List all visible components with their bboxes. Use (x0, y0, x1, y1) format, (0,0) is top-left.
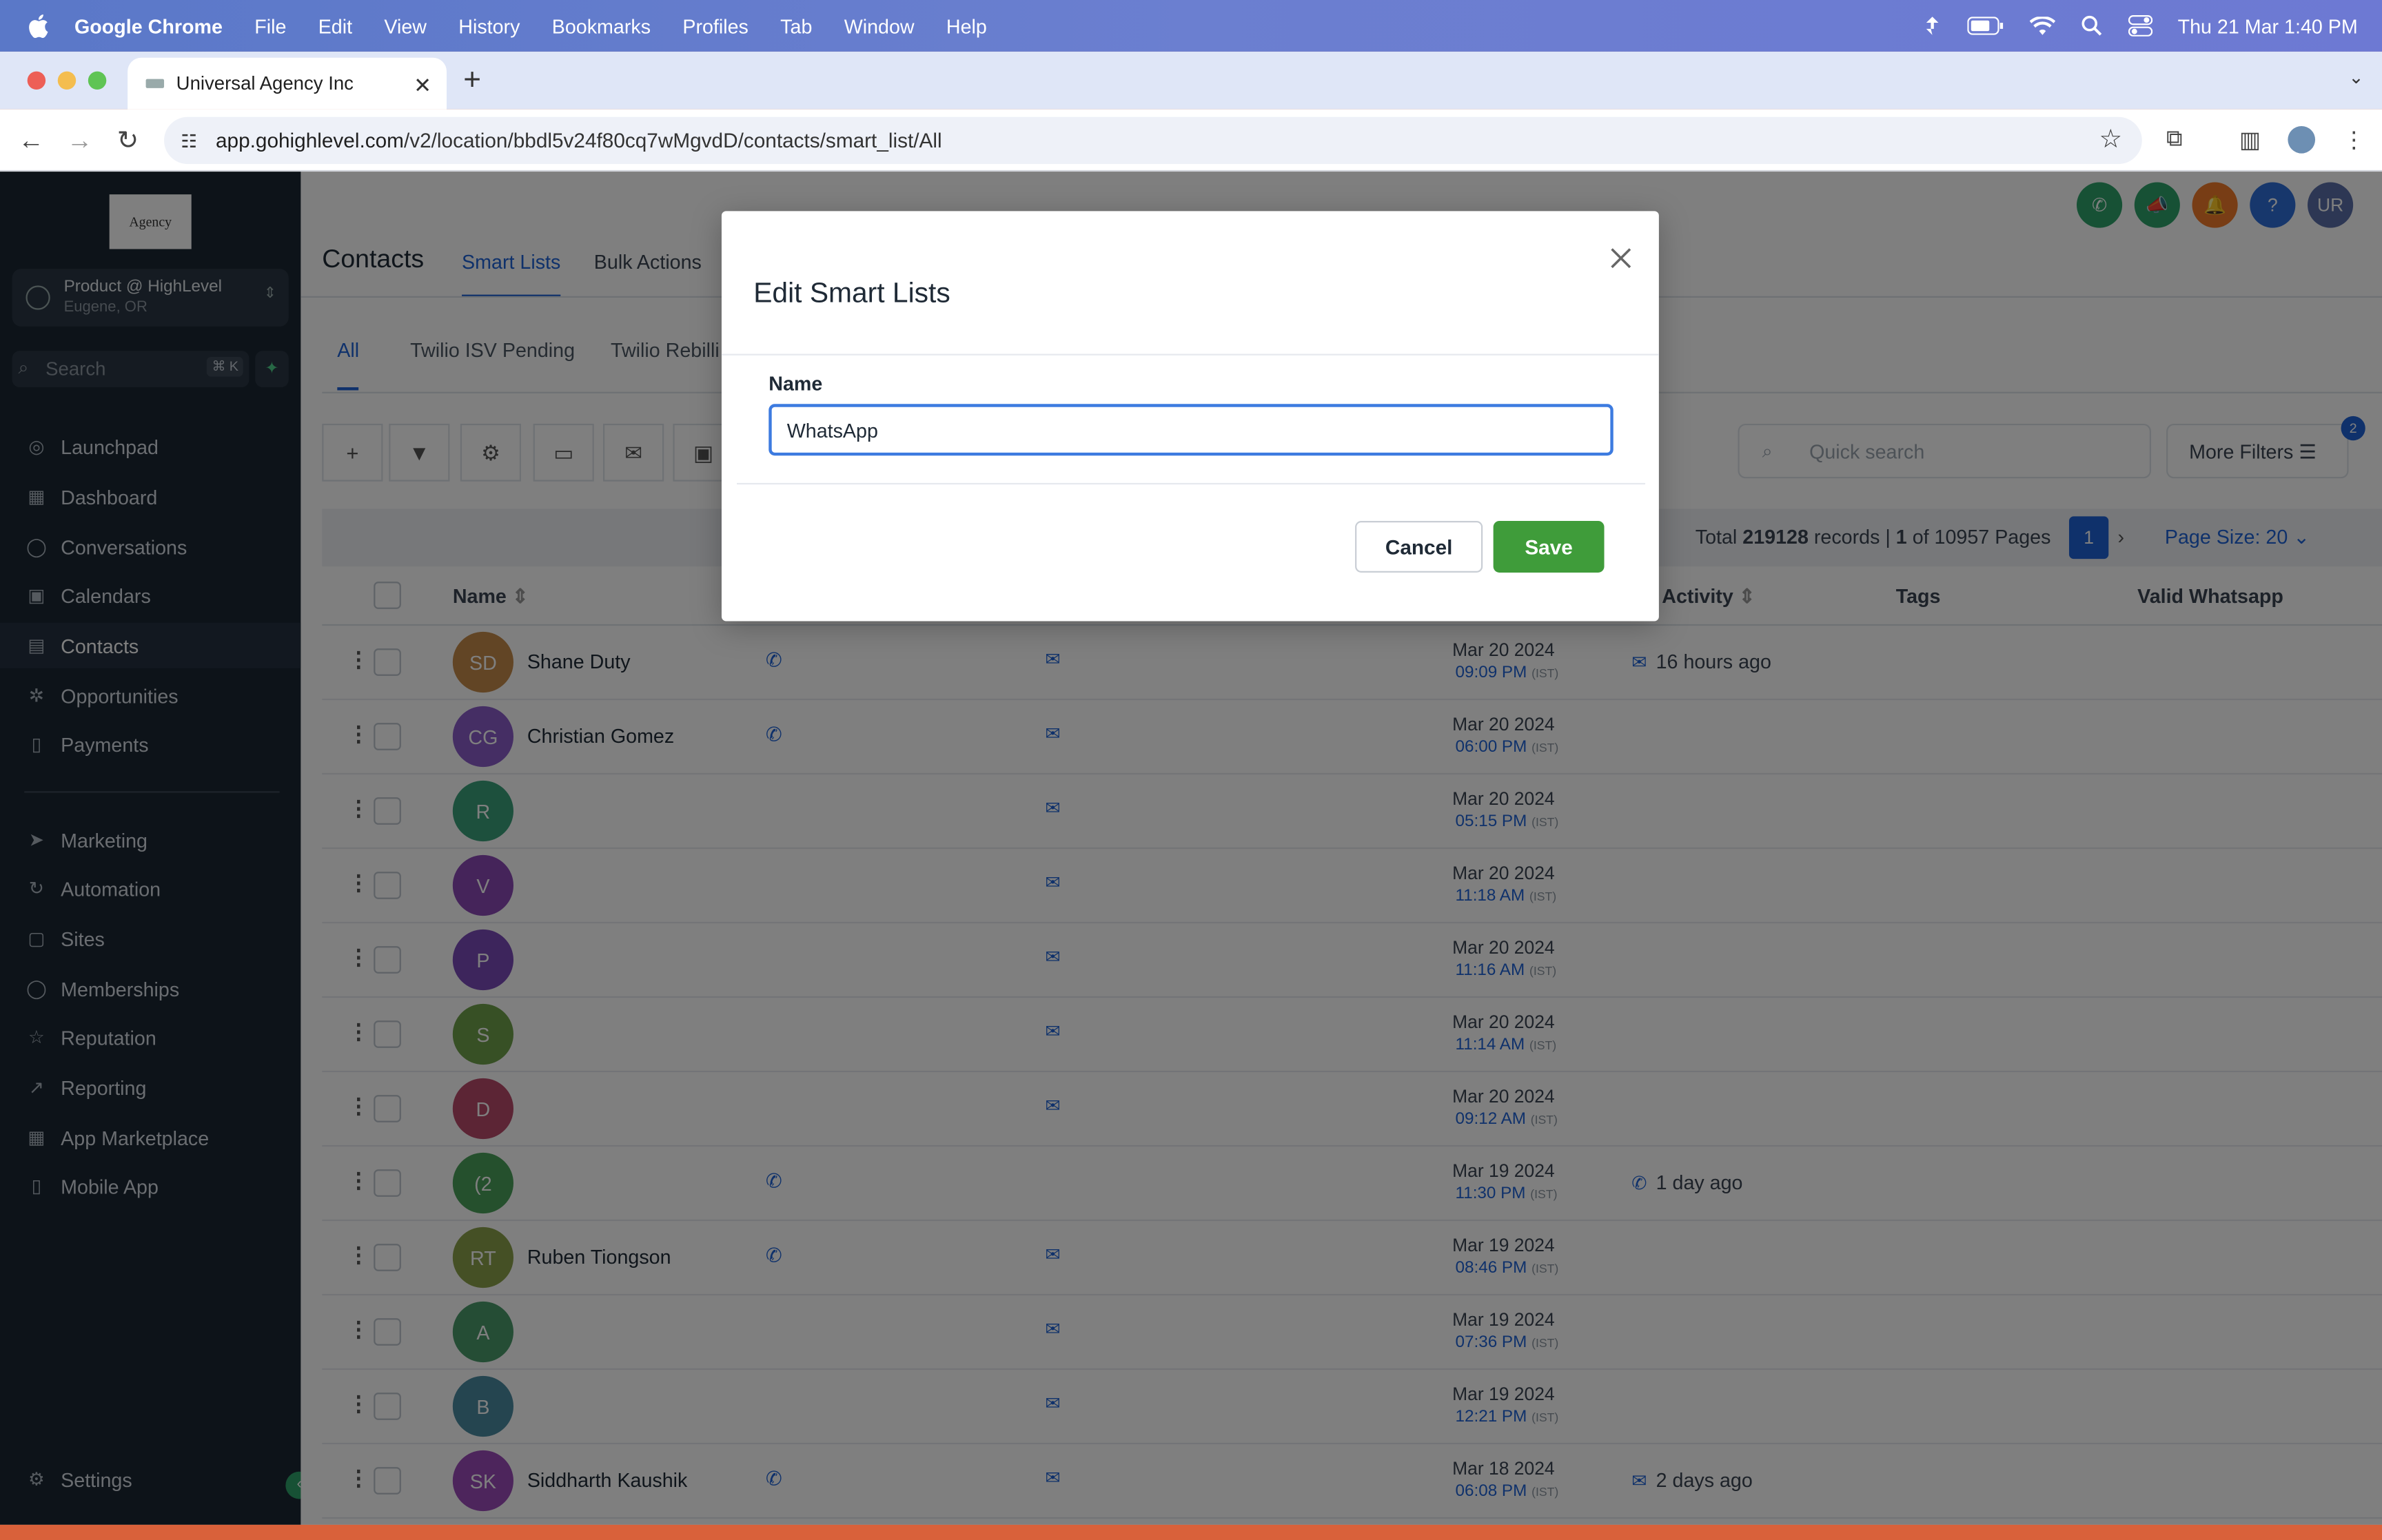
dialog-divider (721, 353, 1659, 356)
menu-view[interactable]: View (384, 14, 427, 37)
battery-icon[interactable] (1966, 17, 2003, 35)
sync-icon[interactable] (1922, 15, 1940, 37)
control-center-icon[interactable] (2127, 15, 2152, 37)
reload-icon[interactable]: ↻ (117, 126, 139, 156)
dialog-footer-divider (736, 482, 1646, 485)
menu-edit[interactable]: Edit (318, 14, 352, 37)
macos-menubar: Google Chrome File Edit View History Boo… (0, 0, 2382, 52)
edit-smart-list-dialog: Edit Smart Lists Name Cancel Save (721, 211, 1659, 622)
browser-tab-strip: Universal Agency Inc ✕ + ⌄ (0, 51, 2382, 110)
save-button[interactable]: Save (1493, 521, 1605, 573)
name-label: Name (768, 372, 823, 396)
cancel-button[interactable]: Cancel (1355, 521, 1483, 573)
menubar-clock[interactable]: Thu 21 Mar 1:40 PM (2178, 14, 2358, 37)
chrome-menu-icon[interactable]: ⋮ (2343, 126, 2365, 153)
dialog-title: Edit Smart Lists (753, 276, 950, 309)
forward-icon[interactable]: → (67, 126, 92, 156)
menu-history[interactable]: History (458, 14, 520, 37)
zoom-window-button[interactable] (88, 71, 107, 90)
url-path: /v2/location/bbdl5v24f80cq7wMgvdD/contac… (403, 129, 942, 152)
apple-icon[interactable] (28, 14, 49, 39)
menu-tab[interactable]: Tab (780, 14, 812, 37)
spotlight-search-icon[interactable] (2081, 15, 2102, 37)
extensions-icon[interactable]: ⧉ (2166, 126, 2183, 152)
desktop-background (0, 1524, 2382, 1540)
side-panel-icon[interactable]: ▥ (2239, 126, 2261, 153)
profile-avatar[interactable] (2288, 125, 2316, 154)
browser-tab[interactable]: Universal Agency Inc ✕ (128, 57, 447, 110)
menu-help[interactable]: Help (946, 14, 987, 37)
close-window-button[interactable] (27, 71, 46, 90)
close-tab-icon[interactable]: ✕ (414, 73, 431, 99)
tab-title: Universal Agency Inc (176, 72, 354, 94)
bookmark-star-icon[interactable]: ☆ (2099, 125, 2123, 155)
close-icon[interactable] (1607, 245, 1635, 272)
menu-file[interactable]: File (254, 14, 286, 37)
menu-bookmarks[interactable]: Bookmarks (552, 14, 651, 37)
back-icon[interactable]: ← (18, 126, 43, 156)
favicon-icon (145, 79, 165, 88)
tab-search-chevron-icon[interactable]: ⌄ (2348, 67, 2363, 88)
smart-list-name-input[interactable] (768, 404, 1614, 456)
site-settings-icon[interactable]: ☷ (181, 130, 202, 151)
menu-app-name[interactable]: Google Chrome (74, 14, 223, 37)
window-controls (27, 71, 107, 90)
browser-toolbar: ← → ↻ ☷ app.gohighlevel.com/v2/location/… (0, 109, 2382, 172)
minimize-window-button[interactable] (57, 71, 77, 90)
url-host: app.gohighlevel.com (215, 129, 404, 152)
menu-window[interactable]: Window (844, 14, 915, 37)
menu-profiles[interactable]: Profiles (682, 14, 749, 37)
new-tab-icon[interactable]: + (463, 64, 481, 99)
wifi-icon[interactable] (2028, 16, 2055, 36)
address-bar[interactable]: ☷ app.gohighlevel.com/v2/location/bbdl5v… (164, 116, 2142, 165)
